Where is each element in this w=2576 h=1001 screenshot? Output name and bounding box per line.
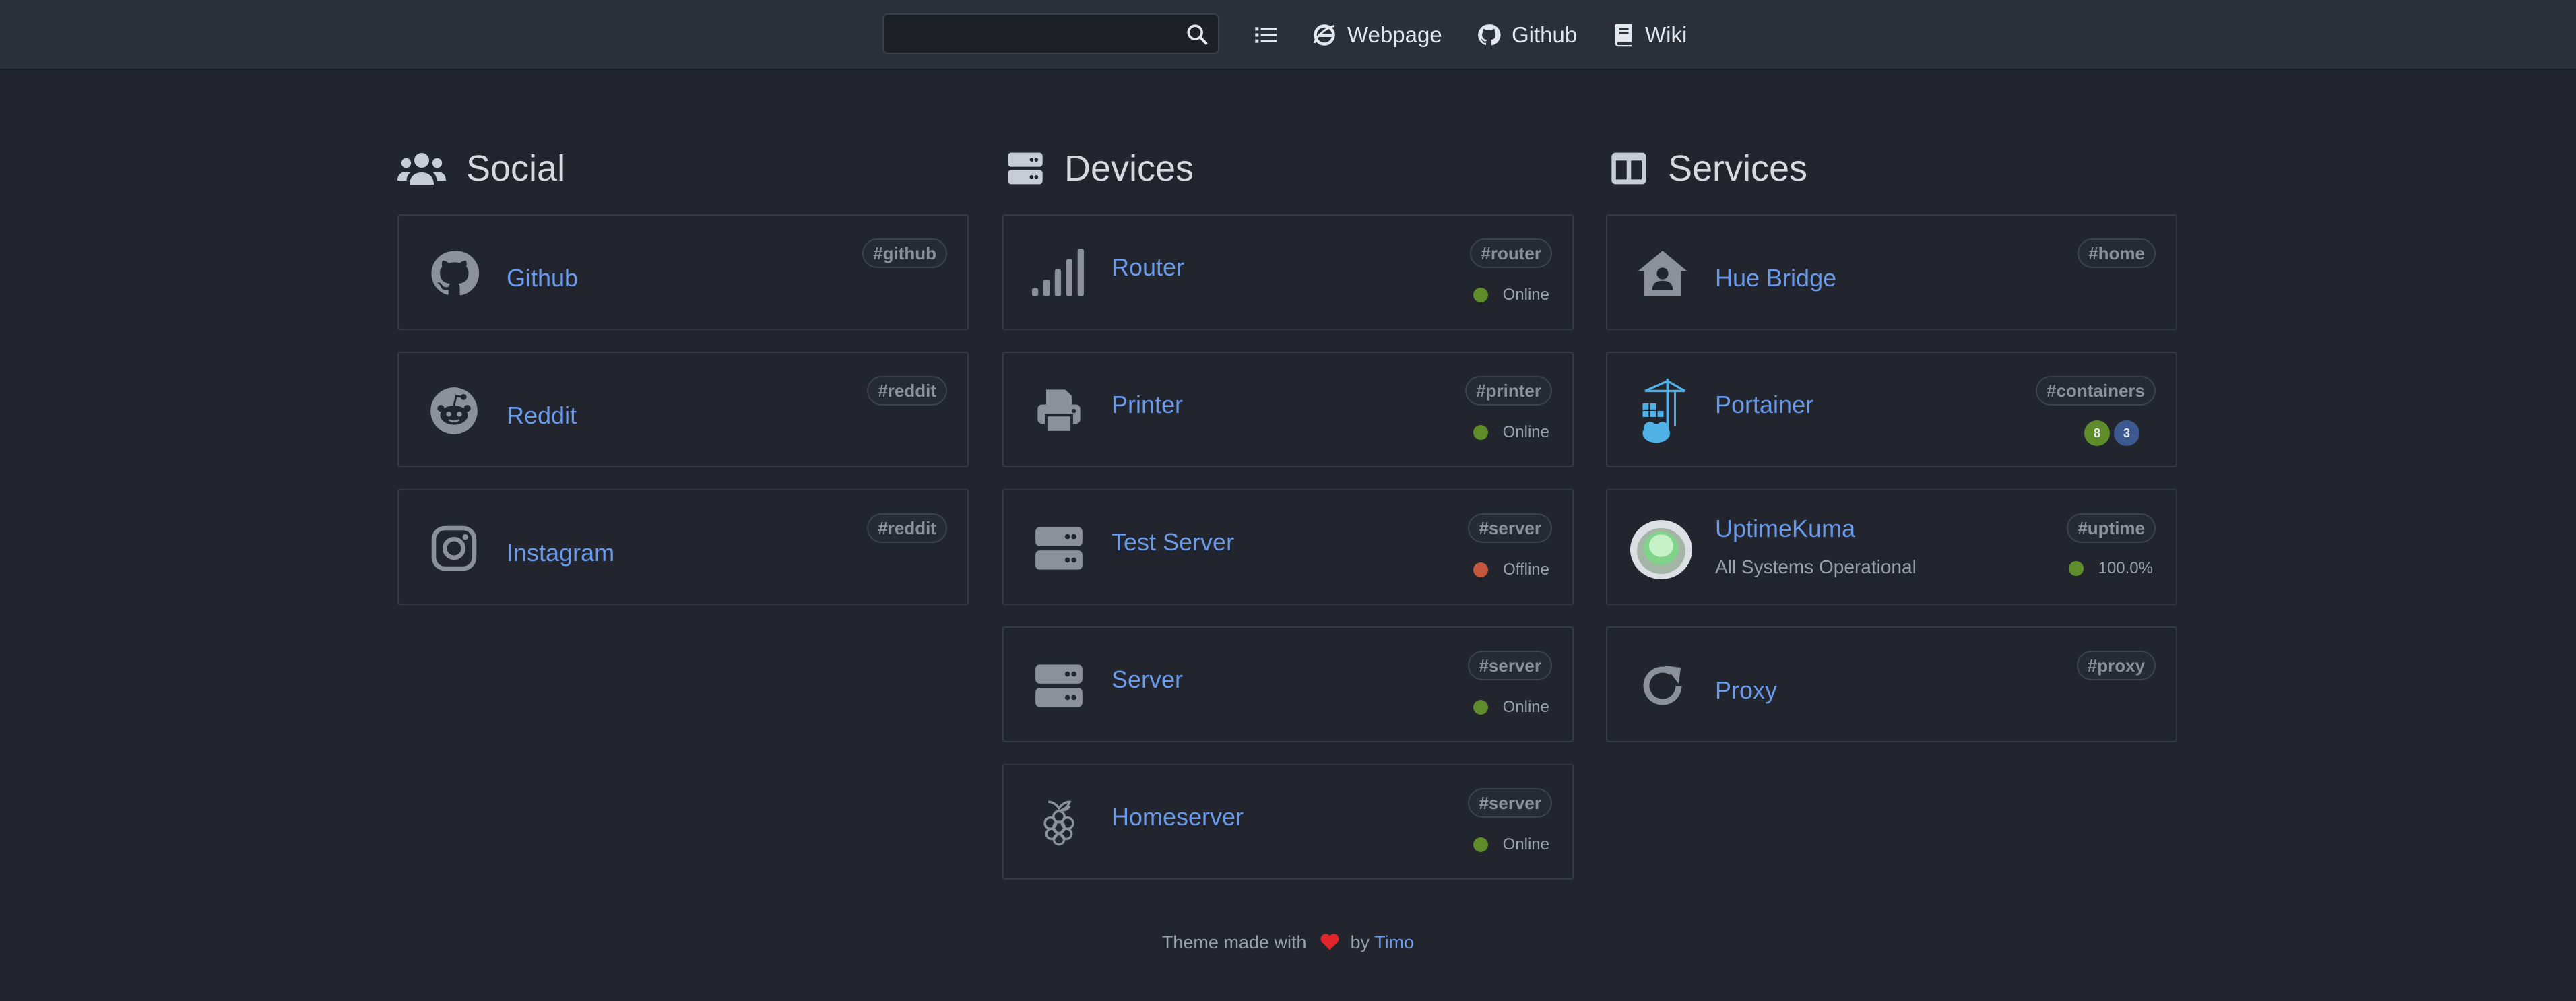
column-header-devices: Devices [1006, 141, 1194, 195]
nav-link-label: Wiki [1645, 22, 1687, 47]
status-text: Offline [1503, 560, 1549, 579]
book-icon [1615, 24, 1632, 47]
service-name[interactable]: Proxy [1715, 676, 1777, 705]
service-card-hue-bridge[interactable]: Hue Bridge #home [1606, 214, 2177, 330]
server-icon [1031, 657, 1087, 714]
tag-badge[interactable]: #server [1468, 651, 1552, 680]
service-card-instagram[interactable]: Instagram #reddit [397, 489, 969, 605]
service-name[interactable]: Server [1112, 666, 1183, 694]
status-text: Online [1502, 835, 1549, 853]
tag-badge[interactable]: #reddit [867, 513, 947, 543]
tag-badge[interactable]: #server [1468, 513, 1552, 543]
container-count-badges: 8 3 [2084, 420, 2139, 446]
portainer-icon [1634, 373, 1691, 449]
tag-badge[interactable]: #uptime [2067, 513, 2156, 543]
column-title: Devices [1064, 148, 1194, 189]
column-header-services: Services [1610, 141, 1807, 195]
list-view-icon[interactable] [1253, 20, 1280, 50]
server-icon [1008, 152, 1043, 185]
service-card-printer[interactable]: Printer #printer Online [1002, 352, 1574, 467]
nav-link-github[interactable]: Github [1477, 18, 1577, 53]
users-icon [397, 153, 446, 185]
house-user-icon [1634, 245, 1691, 302]
service-name[interactable]: Test Server [1112, 528, 1234, 556]
reddit-icon [426, 383, 482, 439]
uptime-percentage: 100.0% [2098, 559, 2153, 577]
search-box[interactable] [882, 13, 1219, 54]
service-card-proxy[interactable]: Proxy #proxy [1606, 626, 2177, 742]
page-footer: Theme made with by Timo [0, 932, 2576, 953]
search-input[interactable] [884, 15, 1167, 53]
status-indicator: Offline [1473, 560, 1549, 579]
status-dot-offline [1473, 562, 1489, 577]
service-card-router[interactable]: Router #router Online [1002, 214, 1574, 330]
service-card-github[interactable]: Github #github [397, 214, 969, 330]
footer-author-link[interactable]: Timo [1374, 932, 1414, 952]
column-title: Services [1668, 148, 1808, 189]
top-navbar: Webpage Github Wiki [0, 0, 2576, 70]
status-dot-online [1473, 425, 1488, 440]
tag-badge[interactable]: #github [862, 238, 947, 268]
status-text: Online [1502, 423, 1549, 441]
service-card-test-server[interactable]: Test Server #server Offline [1002, 489, 1574, 605]
status-indicator: Online [1473, 835, 1549, 854]
heart-icon [1320, 934, 1339, 950]
service-name[interactable]: Instagram [507, 539, 614, 567]
redo-icon [1634, 657, 1691, 714]
service-name[interactable]: UptimeKuma [1715, 515, 1855, 543]
raspberry-pi-icon [1031, 795, 1087, 851]
footer-by: by [1350, 932, 1370, 952]
columns-icon [1611, 152, 1646, 185]
service-card-homeserver[interactable]: Homeserver #server Online [1002, 764, 1574, 880]
service-subtitle: All Systems Operational [1715, 556, 1917, 577]
tag-badge[interactable]: #proxy [2076, 651, 2156, 680]
uptime-kuma-icon [1628, 515, 1695, 582]
tag-badge[interactable]: #server [1468, 788, 1552, 818]
tag-badge[interactable]: #router [1470, 238, 1552, 268]
service-name[interactable]: Portainer [1715, 391, 1813, 419]
tag-badge[interactable]: #containers [2036, 376, 2156, 406]
status-indicator: Online [1473, 286, 1549, 304]
uptime-indicator: 100.0% [2068, 559, 2153, 578]
column-title: Social [466, 148, 566, 189]
service-name[interactable]: Homeserver [1112, 803, 1244, 831]
column-header-social: Social [397, 141, 565, 195]
tag-badge[interactable]: #reddit [867, 376, 947, 406]
instagram-icon [426, 520, 482, 577]
status-dot-online [2068, 561, 2084, 576]
printer-icon [1031, 383, 1087, 439]
tag-badge[interactable]: #printer [1465, 376, 1552, 406]
service-name[interactable]: Router [1112, 253, 1184, 282]
github-icon [426, 245, 482, 302]
status-text: Online [1502, 286, 1549, 304]
nav-link-label: Github [1512, 22, 1578, 47]
nav-link-label: Webpage [1347, 22, 1442, 47]
search-icon[interactable] [1186, 23, 1209, 46]
tag-badge[interactable]: #home [2078, 238, 2156, 268]
status-indicator: Online [1473, 698, 1549, 717]
status-dot-online [1473, 288, 1488, 302]
service-card-server[interactable]: Server #server Online [1002, 626, 1574, 742]
github-icon [1478, 24, 1501, 46]
status-indicator: Online [1473, 423, 1549, 442]
running-count-badge: 8 [2084, 420, 2110, 446]
status-text: Online [1502, 698, 1549, 716]
service-card-portainer[interactable]: Portainer #containers 8 3 [1606, 352, 2177, 467]
stopped-count-badge: 3 [2114, 420, 2139, 446]
service-card-uptimekuma[interactable]: UptimeKuma All Systems Operational #upti… [1606, 489, 2177, 605]
service-name[interactable]: Printer [1112, 391, 1183, 419]
nav-link-webpage[interactable]: Webpage [1312, 18, 1442, 53]
signal-icon [1031, 245, 1087, 302]
footer-text: Theme made with [1161, 932, 1307, 952]
status-dot-online [1473, 837, 1488, 852]
service-card-reddit[interactable]: Reddit #reddit [397, 352, 969, 467]
service-name[interactable]: Reddit [507, 401, 577, 430]
service-name[interactable]: Github [507, 264, 578, 292]
status-dot-online [1473, 700, 1488, 715]
service-name[interactable]: Hue Bridge [1715, 264, 1836, 292]
nav-link-wiki[interactable]: Wiki [1613, 18, 1687, 53]
ie-globe-icon [1313, 24, 1335, 46]
server-icon [1031, 520, 1087, 577]
